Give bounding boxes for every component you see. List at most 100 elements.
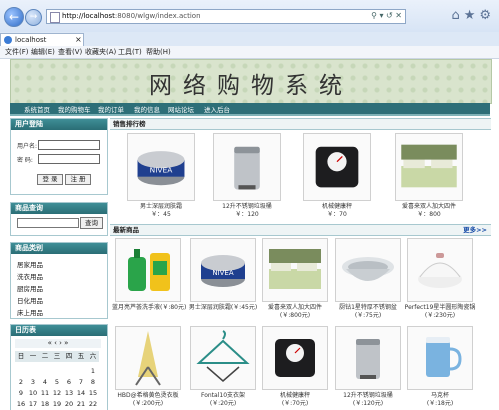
product-image[interactable] [407, 238, 473, 302]
menu-file[interactable]: 文件(F) [5, 47, 29, 57]
calendar-day[interactable]: 5 [51, 377, 63, 388]
calendar-day[interactable]: 7 [75, 377, 87, 388]
product-name[interactable]: Perfect19星半圆形陶瓷锅 [404, 304, 476, 312]
product-name[interactable]: 12升不锈钢垃圾桶 [210, 203, 284, 211]
calendar-day[interactable]: 14 [75, 388, 87, 399]
category-item[interactable]: 洗衣用品 [17, 271, 43, 281]
calendar-day[interactable]: 15 [87, 388, 99, 399]
calendar-day[interactable]: 8 [87, 377, 99, 388]
username-input[interactable] [38, 140, 100, 150]
product-card[interactable]: 马克杯 (￥:18元) [404, 326, 476, 408]
category-item[interactable]: 日化用品 [17, 295, 43, 305]
product-name[interactable]: 机械健康秤 [300, 203, 374, 211]
product-card[interactable]: NIVEA 男士深层润肤霜(￥:45元) [187, 238, 259, 312]
password-input[interactable] [38, 154, 100, 164]
product-card[interactable]: 厨钻1星特厚不锈钢盆 (￥:75元) [332, 238, 404, 320]
nav-cart[interactable]: 我的购物车 [58, 104, 91, 114]
product-name[interactable]: 男士深层润肤霜 [124, 203, 198, 211]
calendar-day[interactable]: 9 [15, 388, 27, 399]
product-image[interactable] [115, 326, 181, 390]
product-card[interactable]: 12升不锈钢垃圾桶 (￥:120元) [332, 326, 404, 408]
product-card[interactable]: 12升不锈钢垃圾桶 ￥：120 [210, 133, 284, 219]
nav-admin[interactable]: 进入后台 [204, 104, 230, 114]
product-name[interactable]: 厨钻1星特厚不锈钢盆 [332, 304, 404, 312]
nav-orders[interactable]: 我的订单 [98, 104, 124, 114]
calendar-day[interactable] [27, 362, 39, 373]
product-name[interactable]: HBD@希格黄色烫衣板 [112, 392, 184, 400]
product-image[interactable] [262, 326, 328, 390]
product-card[interactable]: 爱喜来双人加大四件 (￥:800元) [259, 238, 331, 320]
calendar-day[interactable]: 17 [27, 399, 39, 410]
nav-forum[interactable]: 网站论坛 [168, 104, 194, 114]
menu-favorites[interactable]: 收藏夹(A) [85, 47, 116, 57]
calendar-day[interactable]: 22 [87, 399, 99, 410]
product-name[interactable]: 机械健康秤 [259, 392, 331, 400]
calendar-day[interactable]: 2 [15, 377, 27, 388]
product-card[interactable]: Fontal10支衣架 (￥:20元) [187, 326, 259, 408]
calendar-day[interactable] [75, 362, 87, 373]
product-card[interactable]: 蓝月亮芦荟洗手液(￥:80元) [112, 238, 186, 312]
back-button[interactable]: ← [4, 7, 24, 27]
calendar-day[interactable]: 20 [63, 399, 75, 410]
register-button[interactable]: 注 册 [65, 174, 91, 185]
calendar-day[interactable]: 21 [75, 399, 87, 410]
calendar-day[interactable]: 3 [27, 377, 39, 388]
product-name[interactable]: 马克杯 [404, 392, 476, 400]
calendar-nav[interactable]: « ‹ › » [15, 339, 101, 348]
calendar-day[interactable] [63, 362, 75, 373]
calendar-day[interactable]: 10 [27, 388, 39, 399]
search-input[interactable] [17, 218, 79, 228]
product-image[interactable] [335, 326, 401, 390]
menu-tools[interactable]: 工具(T) [118, 47, 142, 57]
product-name[interactable]: 蓝月亮芦荟洗手液(￥:80元) [112, 304, 186, 312]
calendar-day[interactable]: 6 [63, 377, 75, 388]
calendar-day[interactable]: 19 [51, 399, 63, 410]
search-button[interactable]: 查询 [80, 217, 103, 229]
calendar-day[interactable]: 16 [15, 399, 27, 410]
product-name[interactable]: 男士深层润肤霜(￥:45元) [187, 304, 259, 312]
browser-tab[interactable]: localhost × [0, 33, 84, 46]
login-button[interactable]: 登 录 [37, 174, 63, 185]
more-link[interactable]: 更多>> [463, 225, 487, 235]
address-tools-icon[interactable]: ⚲ ▾ ↺ ✕ [371, 11, 402, 20]
nav-info[interactable]: 我的信息 [134, 104, 160, 114]
product-card[interactable]: 机械健康秤 ￥：70 [300, 133, 374, 219]
product-image[interactable] [190, 326, 256, 390]
calendar-day[interactable]: 11 [39, 388, 51, 399]
product-card[interactable]: NIVEA 男士深层润肤霜 ￥：45 [124, 133, 198, 219]
nav-home[interactable]: 系统首页 [24, 104, 50, 114]
product-image[interactable] [213, 133, 281, 201]
browser-icons[interactable]: ⌂★⚙ [451, 8, 495, 23]
product-image[interactable]: NIVEA [127, 133, 195, 201]
menu-help[interactable]: 帮助(H) [146, 47, 171, 57]
product-image[interactable] [407, 326, 473, 390]
product-image[interactable] [335, 238, 401, 302]
calendar-day[interactable] [51, 362, 63, 373]
calendar-day[interactable] [15, 362, 27, 373]
category-item[interactable]: 床上用品 [17, 307, 43, 317]
product-card[interactable]: HBD@希格黄色烫衣板 (￥:200元) [112, 326, 184, 408]
product-card[interactable]: 爱喜来双人加大四件 ￥：800 [392, 133, 466, 219]
product-card[interactable]: Perfect19星半圆形陶瓷锅 (￥:230元) [404, 238, 476, 320]
calendar-day[interactable]: 4 [39, 377, 51, 388]
category-item[interactable]: 厨房用品 [17, 283, 43, 293]
close-tab-icon[interactable]: × [75, 35, 82, 44]
product-name[interactable]: 12升不锈钢垃圾桶 [332, 392, 404, 400]
forward-button[interactable]: → [25, 9, 42, 26]
menu-view[interactable]: 查看(V) [58, 47, 82, 57]
product-image[interactable]: NIVEA [190, 238, 256, 302]
product-image[interactable] [115, 238, 181, 302]
calendar-day[interactable]: 12 [51, 388, 63, 399]
product-image[interactable] [262, 238, 328, 302]
address-bar[interactable]: http://localhost:8080/wlgw/index.action … [46, 9, 406, 24]
menu-edit[interactable]: 编辑(E) [31, 47, 55, 57]
calendar-day[interactable]: 18 [39, 399, 51, 410]
product-name[interactable]: 爱喜来双人加大四件 [259, 304, 331, 312]
product-image[interactable] [303, 133, 371, 201]
product-name[interactable]: Fontal10支衣架 [187, 392, 259, 400]
calendar-day[interactable] [39, 362, 51, 373]
category-item[interactable]: 居家用品 [17, 259, 43, 269]
calendar-day[interactable]: 1 [87, 366, 99, 377]
product-card[interactable]: 机械健康秤 (￥:70元) [259, 326, 331, 408]
calendar-day[interactable]: 13 [63, 388, 75, 399]
